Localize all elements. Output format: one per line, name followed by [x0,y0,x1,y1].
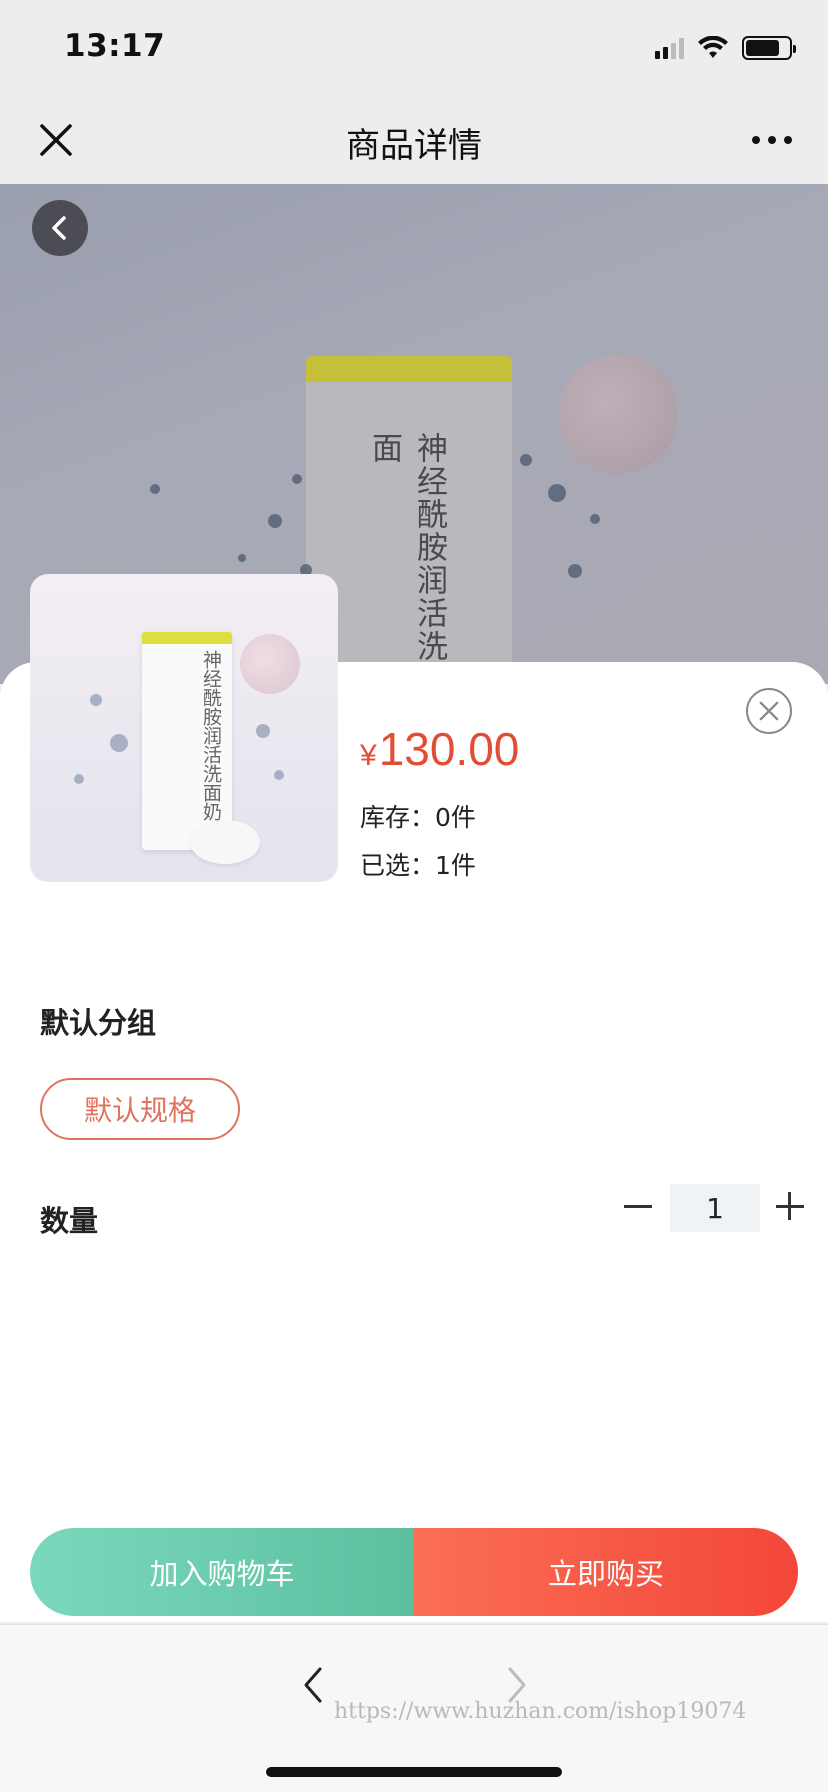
quantity-label: 数量 [40,1204,99,1238]
thumb-splash-drop [90,694,102,706]
status-time: 13:17 [64,28,166,64]
battery-icon [742,36,796,60]
browser-toolbar: https://www.huzhan.com/ishop19074 [0,1624,828,1792]
minus-icon[interactable] [622,1190,654,1222]
price-currency-symbol: ¥ [360,739,377,772]
splash-drop [268,514,282,528]
status-bar: 13:17 [0,0,828,96]
selected-count-text: 已选：1件 [360,851,476,880]
splash-drop [548,484,566,502]
splash-drop [238,554,246,562]
stock-text: 库存：0件 [360,803,476,832]
product-thumbnail: 神经酰胺润活洗面奶 [30,574,338,882]
splash-drop [150,484,160,494]
back-icon [52,216,66,240]
spec-option-default[interactable]: 默认规格 [40,1078,240,1140]
splash-drop [292,474,302,484]
home-indicator [266,1767,562,1777]
spec-group-title: 默认分组 [40,1006,157,1040]
thumb-tube-cap [142,632,232,644]
signal-icon [655,37,684,59]
thumb-splash-drop [274,770,284,780]
thumb-splash-drop [110,734,128,752]
hero-bubble-decoration [558,354,678,474]
hero-tube-cap [306,356,512,382]
circle-close-icon[interactable] [746,688,792,734]
chevron-left-icon[interactable] [296,1665,332,1705]
product-price: ¥130.00 [360,722,519,776]
action-bar: 加入购物车 立即购买 [30,1528,798,1616]
thumb-tube-label: 神经酰胺润活洗面奶 [200,650,222,821]
back-button[interactable] [32,200,88,256]
add-to-cart-button[interactable]: 加入购物车 [30,1528,414,1616]
status-icons [655,36,796,60]
thumb-foam [190,820,260,864]
more-icon[interactable] [752,136,792,144]
splash-drop [520,454,532,466]
splash-drop [590,514,600,524]
thumb-bubble-decoration [240,634,300,694]
wifi-icon [698,36,728,58]
splash-drop [568,564,582,578]
hero-tube-label: 神经酰胺润活洗面 [366,432,447,663]
price-value: 130.00 [378,723,520,775]
thumb-splash-drop [256,724,270,738]
nav-bar: 商品详情 [0,96,828,184]
buy-now-button[interactable]: 立即购买 [414,1528,798,1616]
plus-icon[interactable] [774,1190,806,1222]
page-title: 商品详情 [346,126,482,166]
quantity-input[interactable]: 1 [670,1184,760,1232]
thumb-splash-drop [74,774,84,784]
watermark-text: https://www.huzhan.com/ishop19074 [334,1699,747,1724]
